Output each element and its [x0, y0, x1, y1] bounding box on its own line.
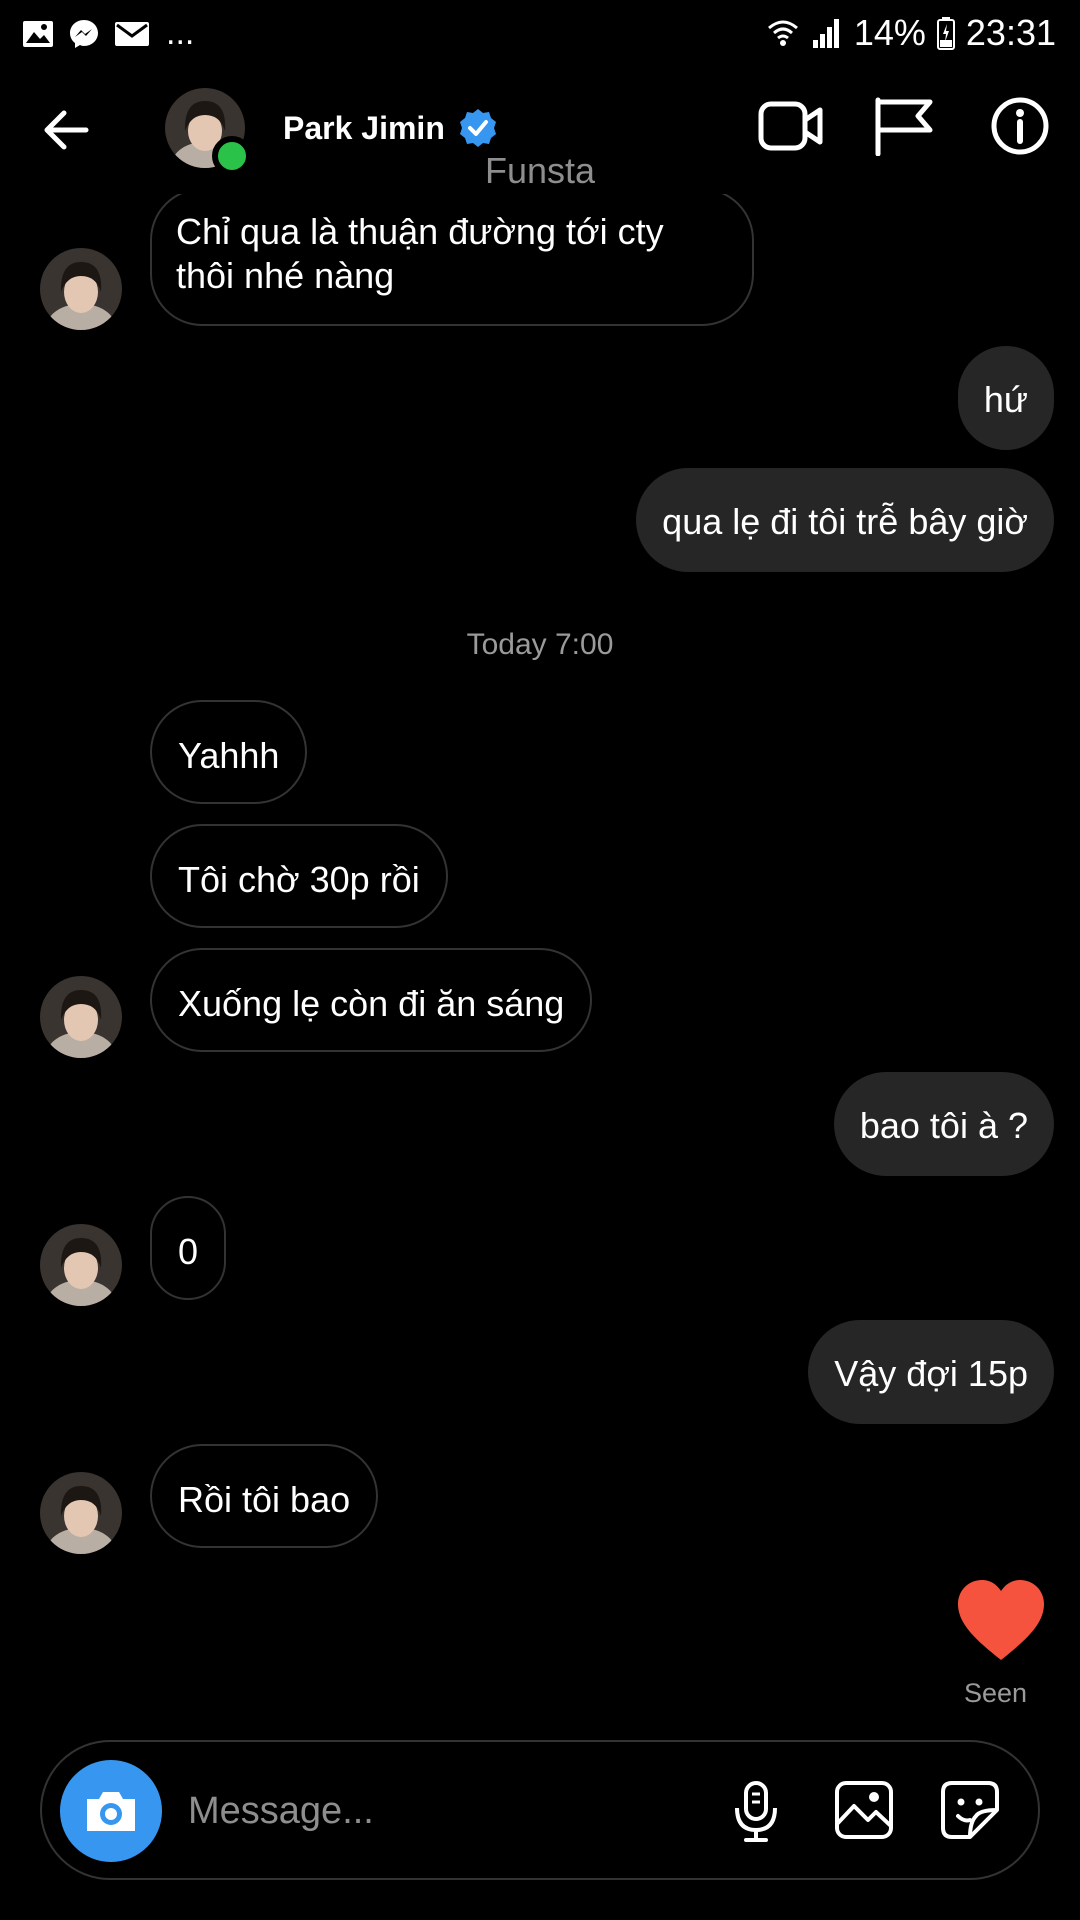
back-arrow-icon[interactable]: [40, 104, 92, 156]
camera-icon: [87, 1792, 135, 1831]
message-bubble-outgoing[interactable]: bao tôi à ?: [833, 1072, 1054, 1176]
message-text: qua lẹ đi tôi trễ bây giờ: [662, 501, 1028, 542]
message-bubble-incoming[interactable]: 0: [150, 1196, 227, 1300]
message-text: Yahhh: [178, 735, 280, 776]
message-text: Vậy đợi 15p: [834, 1353, 1028, 1394]
contact-avatar[interactable]: [40, 976, 122, 1058]
info-icon[interactable]: [990, 96, 1050, 156]
message-bubble-outgoing[interactable]: Vậy đợi 15p: [808, 1320, 1054, 1424]
sticker-icon[interactable]: [940, 1780, 1000, 1840]
verified-badge-icon: [460, 109, 496, 147]
message-text: Chỉ qua là thuận đường tới cty: [176, 211, 664, 252]
seen-label: Seen: [964, 1678, 1028, 1708]
camera-button[interactable]: [60, 1760, 162, 1862]
message-bubble-incoming[interactable]: Yahhh: [150, 700, 308, 804]
contact-subtitle: Funsta: [484, 150, 596, 191]
message-list[interactable]: Chỉ qua là thuận đường tới cty thôi nhé …: [0, 0, 1080, 1920]
message-text: hứ: [983, 379, 1028, 420]
contact-avatar[interactable]: [40, 1472, 122, 1554]
contact-avatar[interactable]: [40, 248, 122, 330]
contact-name[interactable]: Park Jimin: [283, 110, 445, 147]
message-bubble-outgoing[interactable]: hứ: [957, 346, 1054, 450]
microphone-icon[interactable]: [732, 1780, 780, 1844]
message-bubble-incoming[interactable]: Rồi tôi bao: [150, 1444, 379, 1548]
message-input[interactable]: [188, 1786, 608, 1836]
chat-header: Park Jimin Funsta: [0, 66, 1080, 194]
message-timestamp: Today 7:00: [466, 628, 614, 661]
gallery-icon[interactable]: [834, 1780, 894, 1840]
message-composer: [40, 1740, 1040, 1880]
message-text: thôi nhé nàng: [176, 255, 395, 296]
message-text: Xuống lẹ còn đi ăn sáng: [178, 983, 565, 1024]
contact-avatar[interactable]: [40, 1224, 122, 1306]
message-bubble-incoming[interactable]: Chỉ qua là thuận đường tới cty thôi nhé …: [150, 188, 754, 326]
heart-reaction-icon[interactable]: [956, 1578, 1046, 1662]
message-bubble-outgoing[interactable]: qua lẹ đi tôi trễ bây giờ: [636, 468, 1054, 572]
video-call-icon[interactable]: [758, 96, 824, 156]
message-text: Rồi tôi bao: [178, 1479, 351, 1520]
message-text: Tôi chờ 30p rồi: [178, 859, 420, 900]
message-text: bao tôi à ?: [859, 1105, 1028, 1146]
message-bubble-incoming[interactable]: Tôi chờ 30p rồi: [150, 824, 448, 928]
message-text: 0: [178, 1231, 199, 1272]
message-bubble-incoming[interactable]: Xuống lẹ còn đi ăn sáng: [150, 948, 593, 1052]
flag-report-icon[interactable]: [872, 96, 936, 156]
